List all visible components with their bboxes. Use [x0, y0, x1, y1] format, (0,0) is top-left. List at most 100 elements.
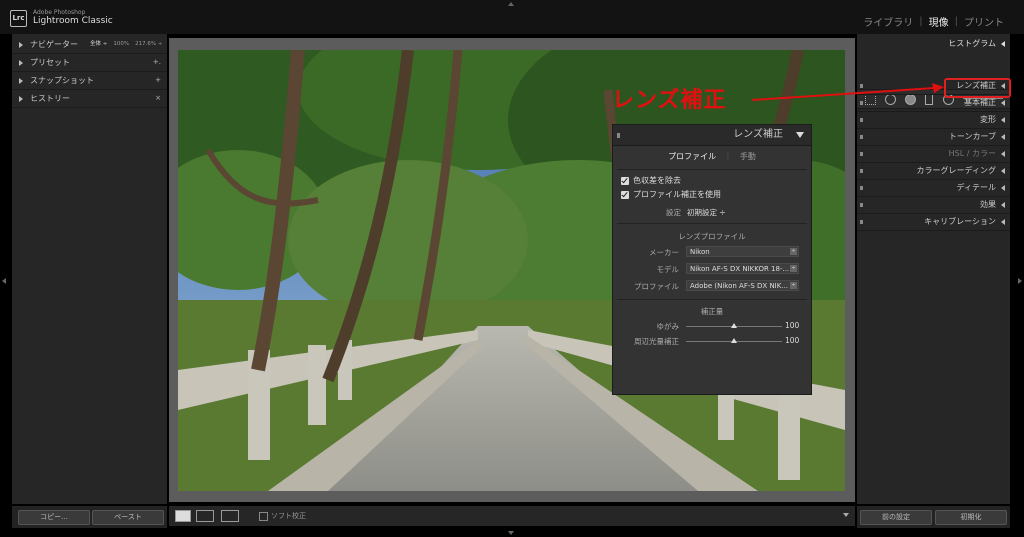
- pin-icon: [860, 135, 863, 139]
- add-snapshot-icon[interactable]: +: [155, 72, 161, 89]
- toolbar-menu-arrow-icon[interactable]: [843, 513, 849, 517]
- collapse-arrow-icon: [1001, 134, 1005, 140]
- module-print[interactable]: プリント: [964, 14, 1004, 29]
- pin-icon: [617, 133, 620, 138]
- checkbox-label: 色収差を除去: [633, 176, 681, 185]
- pin-icon: [860, 186, 863, 190]
- module-develop[interactable]: 現像: [929, 14, 949, 29]
- section-effects[interactable]: 効果: [857, 197, 1010, 214]
- section-detail[interactable]: ディテール: [857, 180, 1010, 197]
- model-select[interactable]: Nikon AF-S DX NIKKOR 18-... ÷: [686, 263, 799, 274]
- vignetting-value[interactable]: 100: [785, 336, 799, 345]
- vignetting-label: 周辺光量補正: [634, 337, 679, 346]
- expand-arrow-icon: [796, 132, 804, 138]
- copy-button[interactable]: コピー...: [18, 510, 90, 525]
- history-header[interactable]: ヒストリー ×: [12, 90, 167, 108]
- presets-label: プリセット: [30, 58, 70, 67]
- center-toolbar: ソフト校正: [169, 506, 855, 526]
- soft-proof-toggle[interactable]: ソフト校正: [259, 511, 306, 521]
- lrc-logo: Lrc: [10, 10, 27, 27]
- tab-manual[interactable]: 手動: [740, 151, 756, 162]
- section-tone-curve[interactable]: トーンカーブ: [857, 129, 1010, 146]
- model-label: モデル: [656, 265, 680, 274]
- tab-separator: |: [726, 152, 730, 161]
- expand-arrow-icon: [19, 42, 23, 48]
- reference-view-icon[interactable]: [196, 510, 214, 522]
- pin-icon: [860, 118, 863, 122]
- dropdown-arrow-icon: ÷: [790, 265, 797, 272]
- presets-header[interactable]: プリセット +.: [12, 54, 167, 72]
- section-color-grading[interactable]: カラーグレーディング: [857, 163, 1010, 180]
- checkbox-icon: [621, 176, 629, 185]
- section-hsl[interactable]: HSL / カラー: [857, 146, 1010, 163]
- snapshots-header[interactable]: スナップショット +: [12, 72, 167, 90]
- lens-corrections-panel: レンズ補正 プロファイル | 手動 色収差を除去 プロファイル補正を使用 設定 …: [612, 124, 812, 395]
- amount-title: 補正量: [700, 307, 724, 316]
- dropdown-arrow-icon: ÷: [790, 282, 797, 289]
- remove-chromatic-aberration-checkbox[interactable]: 色収差を除去: [621, 175, 681, 186]
- loupe-view-icon[interactable]: [175, 510, 191, 522]
- collapse-left-arrow-icon[interactable]: [2, 278, 6, 284]
- vignetting-slider-knob[interactable]: [731, 338, 737, 343]
- histogram-header[interactable]: ヒストグラム: [857, 34, 1010, 54]
- collapse-top-arrow-icon[interactable]: [508, 2, 514, 6]
- collapse-arrow-icon: [1001, 41, 1005, 47]
- pin-icon: [860, 152, 863, 156]
- module-separator: |: [919, 16, 923, 27]
- collapse-arrow-icon: [1001, 168, 1005, 174]
- make-value: Nikon: [690, 248, 710, 256]
- zoom-100[interactable]: 100%: [113, 36, 129, 53]
- distortion-slider-knob[interactable]: [731, 323, 737, 328]
- expand-arrow-icon: [19, 60, 23, 66]
- section-calibration[interactable]: キャリブレーション: [857, 214, 1010, 231]
- pin-icon: [860, 220, 863, 224]
- right-bottom-bar: 前の設定 初期化: [857, 506, 1010, 528]
- profile-value: Adobe (Nikon AF-S DX NIK...: [690, 282, 789, 290]
- collapse-bottom-arrow-icon[interactable]: [508, 531, 514, 535]
- navigator-label: ナビゲーター: [30, 40, 78, 49]
- left-panel: ナビゲーター 全体 ÷ 100% 217.6% ÷ プリセット +. スナップシ…: [12, 34, 167, 504]
- distortion-value[interactable]: 100: [785, 321, 799, 330]
- soft-proof-label: ソフト校正: [271, 512, 306, 520]
- model-value: Nikon AF-S DX NIKKOR 18-...: [690, 265, 790, 273]
- navigator-header[interactable]: ナビゲーター 全体 ÷ 100% 217.6% ÷: [12, 36, 167, 54]
- zoom-custom[interactable]: 217.6% ÷: [135, 36, 162, 53]
- make-select[interactable]: Nikon ÷: [686, 246, 799, 257]
- section-label: トーンカーブ: [948, 132, 996, 141]
- previous-settings-button[interactable]: 前の設定: [860, 510, 932, 525]
- enable-profile-corrections-checkbox[interactable]: プロファイル補正を使用: [621, 189, 721, 200]
- divider: [617, 223, 807, 224]
- section-label: 変形: [980, 115, 996, 124]
- collapse-arrow-icon: [1001, 219, 1005, 225]
- before-after-icon[interactable]: [221, 510, 239, 522]
- collapse-arrow-icon: [1001, 185, 1005, 191]
- profile-select[interactable]: Adobe (Nikon AF-S DX NIK... ÷: [686, 280, 799, 291]
- lens-corrections-highlight: [944, 78, 1011, 98]
- reset-button[interactable]: 初期化: [935, 510, 1007, 525]
- make-label: メーカー: [649, 248, 679, 257]
- setup-label: 設定: [666, 208, 681, 217]
- divider: [617, 169, 807, 170]
- section-label: カラーグレーディング: [916, 166, 996, 175]
- lens-panel-header[interactable]: レンズ補正: [613, 125, 811, 146]
- checkbox-icon: [259, 511, 268, 521]
- add-preset-icon[interactable]: +.: [153, 54, 161, 71]
- callout-arrow: [751, 83, 944, 101]
- divider: [617, 299, 807, 300]
- section-transform[interactable]: 変形: [857, 112, 1010, 129]
- module-picker: ライブラリ | 現像 | プリント: [863, 14, 1004, 29]
- tab-profile[interactable]: プロファイル: [668, 151, 716, 162]
- section-label: HSL / カラー: [948, 149, 996, 158]
- module-separator: |: [954, 16, 958, 27]
- zoom-fit[interactable]: 全体 ÷: [90, 36, 107, 53]
- history-label: ヒストリー: [30, 94, 70, 103]
- collapse-arrow-icon: [1001, 151, 1005, 157]
- clear-history-icon[interactable]: ×: [155, 90, 161, 107]
- module-library[interactable]: ライブラリ: [863, 14, 913, 29]
- lens-tabs: プロファイル | 手動: [613, 151, 811, 162]
- collapse-right-arrow-icon[interactable]: [1018, 278, 1022, 284]
- paste-button[interactable]: ペースト: [92, 510, 164, 525]
- checkbox-label: プロファイル補正を使用: [633, 190, 721, 199]
- setup-dropdown[interactable]: 初期設定 ÷: [687, 207, 726, 218]
- pin-icon: [860, 203, 863, 207]
